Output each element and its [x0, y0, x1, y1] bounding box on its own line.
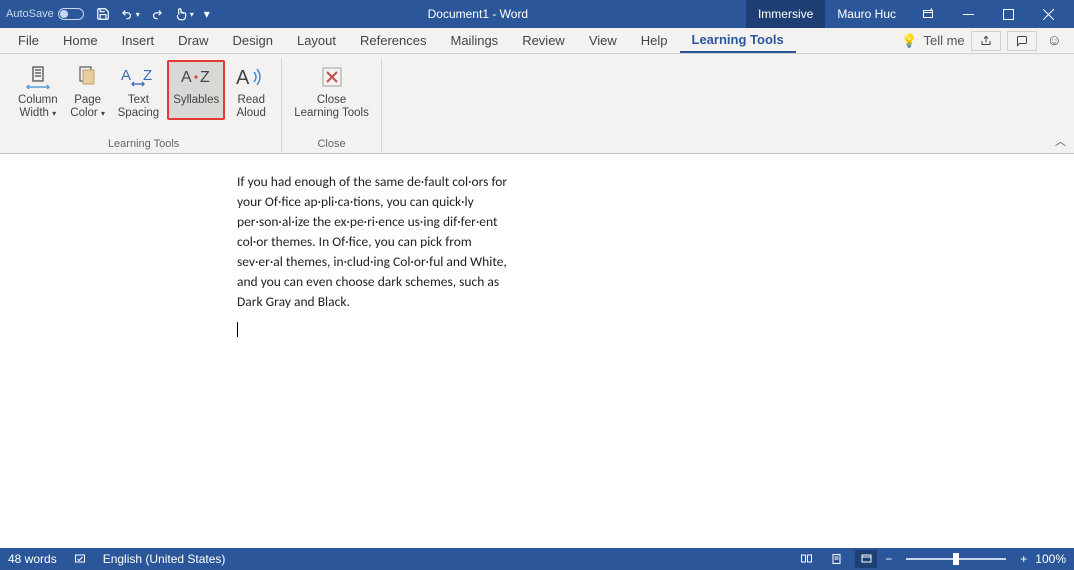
- zoom-slider[interactable]: [906, 558, 1006, 560]
- titlebar: AutoSave ▾ ▾ ▾ Document1 - Word Immersiv…: [0, 0, 1074, 28]
- web-layout-icon[interactable]: [855, 550, 877, 568]
- lightbulb-icon: 💡: [901, 33, 917, 49]
- svg-text:A: A: [121, 67, 131, 84]
- syllables-button[interactable]: AZ Syllables: [167, 60, 225, 120]
- syllables-icon: AZ: [179, 62, 213, 92]
- text-spacing-button[interactable]: AZ TextSpacing: [114, 60, 164, 120]
- proofing-icon[interactable]: [73, 553, 87, 565]
- tab-review[interactable]: Review: [510, 28, 577, 53]
- tell-me-label: Tell me: [923, 33, 964, 48]
- column-width-icon: [25, 62, 51, 92]
- svg-text:Z: Z: [200, 69, 210, 86]
- text-cursor: [237, 322, 238, 337]
- column-width-label: ColumnWidth ▾: [18, 94, 58, 120]
- feedback-icon[interactable]: ☺: [1043, 32, 1066, 49]
- zoom-slider-thumb[interactable]: [953, 553, 959, 565]
- svg-text:Z: Z: [143, 67, 152, 84]
- text-spacing-label: TextSpacing: [118, 94, 160, 120]
- tab-insert[interactable]: Insert: [110, 28, 167, 53]
- minimize-icon[interactable]: [948, 0, 988, 28]
- user-name[interactable]: Mauro Huc: [837, 7, 896, 21]
- tab-learning-tools[interactable]: Learning Tools: [680, 28, 796, 53]
- autosave-label: AutoSave: [6, 8, 54, 20]
- page-color-icon: [75, 62, 101, 92]
- tab-layout[interactable]: Layout: [285, 28, 348, 53]
- zoom-out-button[interactable]: −: [885, 552, 892, 566]
- tab-file[interactable]: File: [6, 28, 51, 53]
- statusbar: 48 words English (United States) − + 100…: [0, 548, 1074, 570]
- svg-text:A: A: [181, 69, 192, 86]
- group-learning-tools: ColumnWidth ▾ PageColor ▾ AZ TextSpacing…: [6, 58, 282, 152]
- close-x-icon: [320, 62, 344, 92]
- close-learning-tools-button[interactable]: CloseLearning Tools: [290, 60, 373, 120]
- read-aloud-button[interactable]: A ReadAloud: [229, 60, 273, 120]
- syllables-label: Syllables: [173, 94, 219, 107]
- word-count[interactable]: 48 words: [8, 552, 57, 566]
- quick-access-toolbar: ▾ ▾ ▾: [96, 7, 210, 21]
- group-close-label: Close: [317, 138, 345, 152]
- read-mode-icon[interactable]: [795, 550, 817, 568]
- tab-references[interactable]: References: [348, 28, 438, 53]
- collapse-ribbon-icon[interactable]: ︿: [1055, 133, 1066, 149]
- tab-draw[interactable]: Draw: [166, 28, 220, 53]
- tab-mailings[interactable]: Mailings: [439, 28, 511, 53]
- svg-text:A: A: [236, 67, 250, 88]
- close-learning-tools-label: CloseLearning Tools: [294, 94, 369, 120]
- document-title: Document1 - Word: [210, 7, 746, 21]
- share-button[interactable]: [971, 31, 1001, 51]
- group-close: CloseLearning Tools Close: [282, 58, 382, 152]
- page-color-button[interactable]: PageColor ▾: [66, 60, 110, 120]
- tell-me-search[interactable]: 💡 Tell me: [901, 33, 964, 49]
- tab-view[interactable]: View: [577, 28, 629, 53]
- document-text[interactable]: If you had enough of the same de·fault c…: [237, 172, 517, 312]
- page-color-label: PageColor ▾: [70, 94, 105, 120]
- ribbon-body: ColumnWidth ▾ PageColor ▾ AZ TextSpacing…: [0, 54, 1074, 154]
- column-width-button[interactable]: ColumnWidth ▾: [14, 60, 62, 120]
- tab-design[interactable]: Design: [221, 28, 285, 53]
- undo-icon[interactable]: ▾: [120, 7, 140, 21]
- zoom-in-button[interactable]: +: [1020, 552, 1027, 566]
- group-learning-tools-label: Learning Tools: [108, 138, 179, 152]
- document-page[interactable]: If you had enough of the same de·fault c…: [197, 154, 877, 548]
- read-aloud-icon: A: [236, 62, 266, 92]
- tab-help[interactable]: Help: [629, 28, 680, 53]
- comments-button[interactable]: [1007, 31, 1037, 51]
- save-icon[interactable]: [96, 7, 110, 21]
- ribbon-tabs: File Home Insert Draw Design Layout Refe…: [0, 28, 1074, 54]
- text-spacing-icon: AZ: [121, 62, 155, 92]
- zoom-level[interactable]: 100%: [1035, 552, 1066, 566]
- autosave-toggle[interactable]: AutoSave: [6, 8, 84, 20]
- window-controls: [908, 0, 1068, 28]
- ribbon-display-icon[interactable]: [908, 0, 948, 28]
- language-status[interactable]: English (United States): [103, 552, 226, 566]
- print-layout-icon[interactable]: [825, 550, 847, 568]
- autosave-switch-icon[interactable]: [58, 8, 84, 20]
- redo-icon[interactable]: [150, 7, 164, 21]
- maximize-icon[interactable]: [988, 0, 1028, 28]
- touch-mode-icon[interactable]: ▾: [174, 7, 194, 21]
- tab-home[interactable]: Home: [51, 28, 110, 53]
- document-area[interactable]: If you had enough of the same de·fault c…: [0, 154, 1074, 548]
- close-icon[interactable]: [1028, 0, 1068, 28]
- immersive-mode-badge[interactable]: Immersive: [746, 0, 825, 28]
- read-aloud-label: ReadAloud: [237, 94, 266, 120]
